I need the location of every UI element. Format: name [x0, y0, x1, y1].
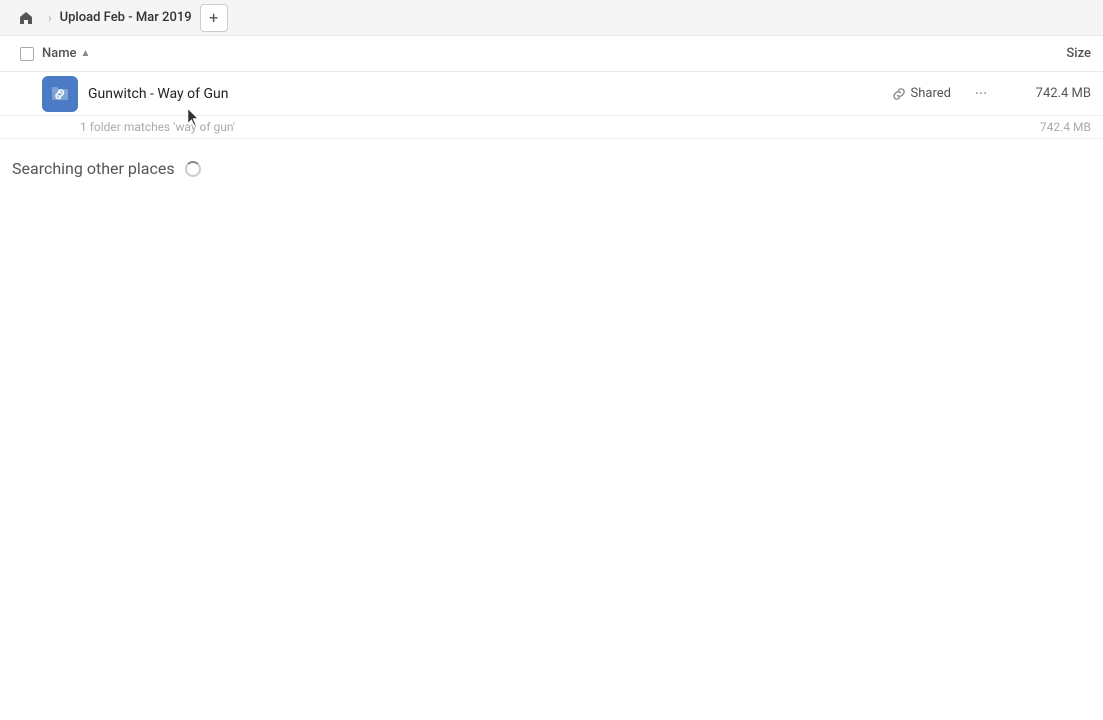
breadcrumb-folder-label: Upload Feb - Mar 2019	[60, 10, 192, 25]
file-shared-indicator: Shared	[892, 86, 951, 101]
match-info-size: 742.4 MB	[1011, 120, 1091, 134]
size-column-header[interactable]: Size	[991, 46, 1091, 61]
searching-text: Searching other places	[12, 159, 175, 178]
loading-spinner	[185, 161, 201, 177]
link-icon	[892, 87, 906, 101]
select-all-checkbox[interactable]	[12, 47, 42, 61]
breadcrumb-separator: ›	[48, 11, 52, 25]
column-header-row: Name ▲ Size	[0, 36, 1103, 72]
file-icon	[42, 76, 78, 112]
match-info-row: 1 folder matches 'way of gun' 742.4 MB	[0, 116, 1103, 139]
home-icon	[18, 10, 34, 26]
add-button[interactable]: +	[200, 4, 228, 32]
breadcrumb-bar: › Upload Feb - Mar 2019 +	[0, 0, 1103, 36]
file-row[interactable]: Gunwitch - Way of Gun Shared ··· 742.4 M…	[0, 72, 1103, 116]
file-size: 742.4 MB	[1011, 86, 1091, 101]
home-button[interactable]	[12, 4, 40, 32]
name-column-header[interactable]: Name ▲	[42, 46, 991, 61]
name-column-label: Name	[42, 46, 77, 61]
sort-arrow-icon: ▲	[81, 48, 91, 59]
checkbox-box[interactable]	[20, 47, 34, 61]
more-options-button[interactable]: ···	[967, 80, 995, 108]
match-info-text: 1 folder matches 'way of gun'	[80, 120, 1011, 134]
file-name: Gunwitch - Way of Gun	[88, 86, 892, 102]
shared-label: Shared	[911, 86, 951, 101]
folder-link-icon	[50, 84, 70, 104]
searching-row: Searching other places	[0, 139, 1103, 188]
